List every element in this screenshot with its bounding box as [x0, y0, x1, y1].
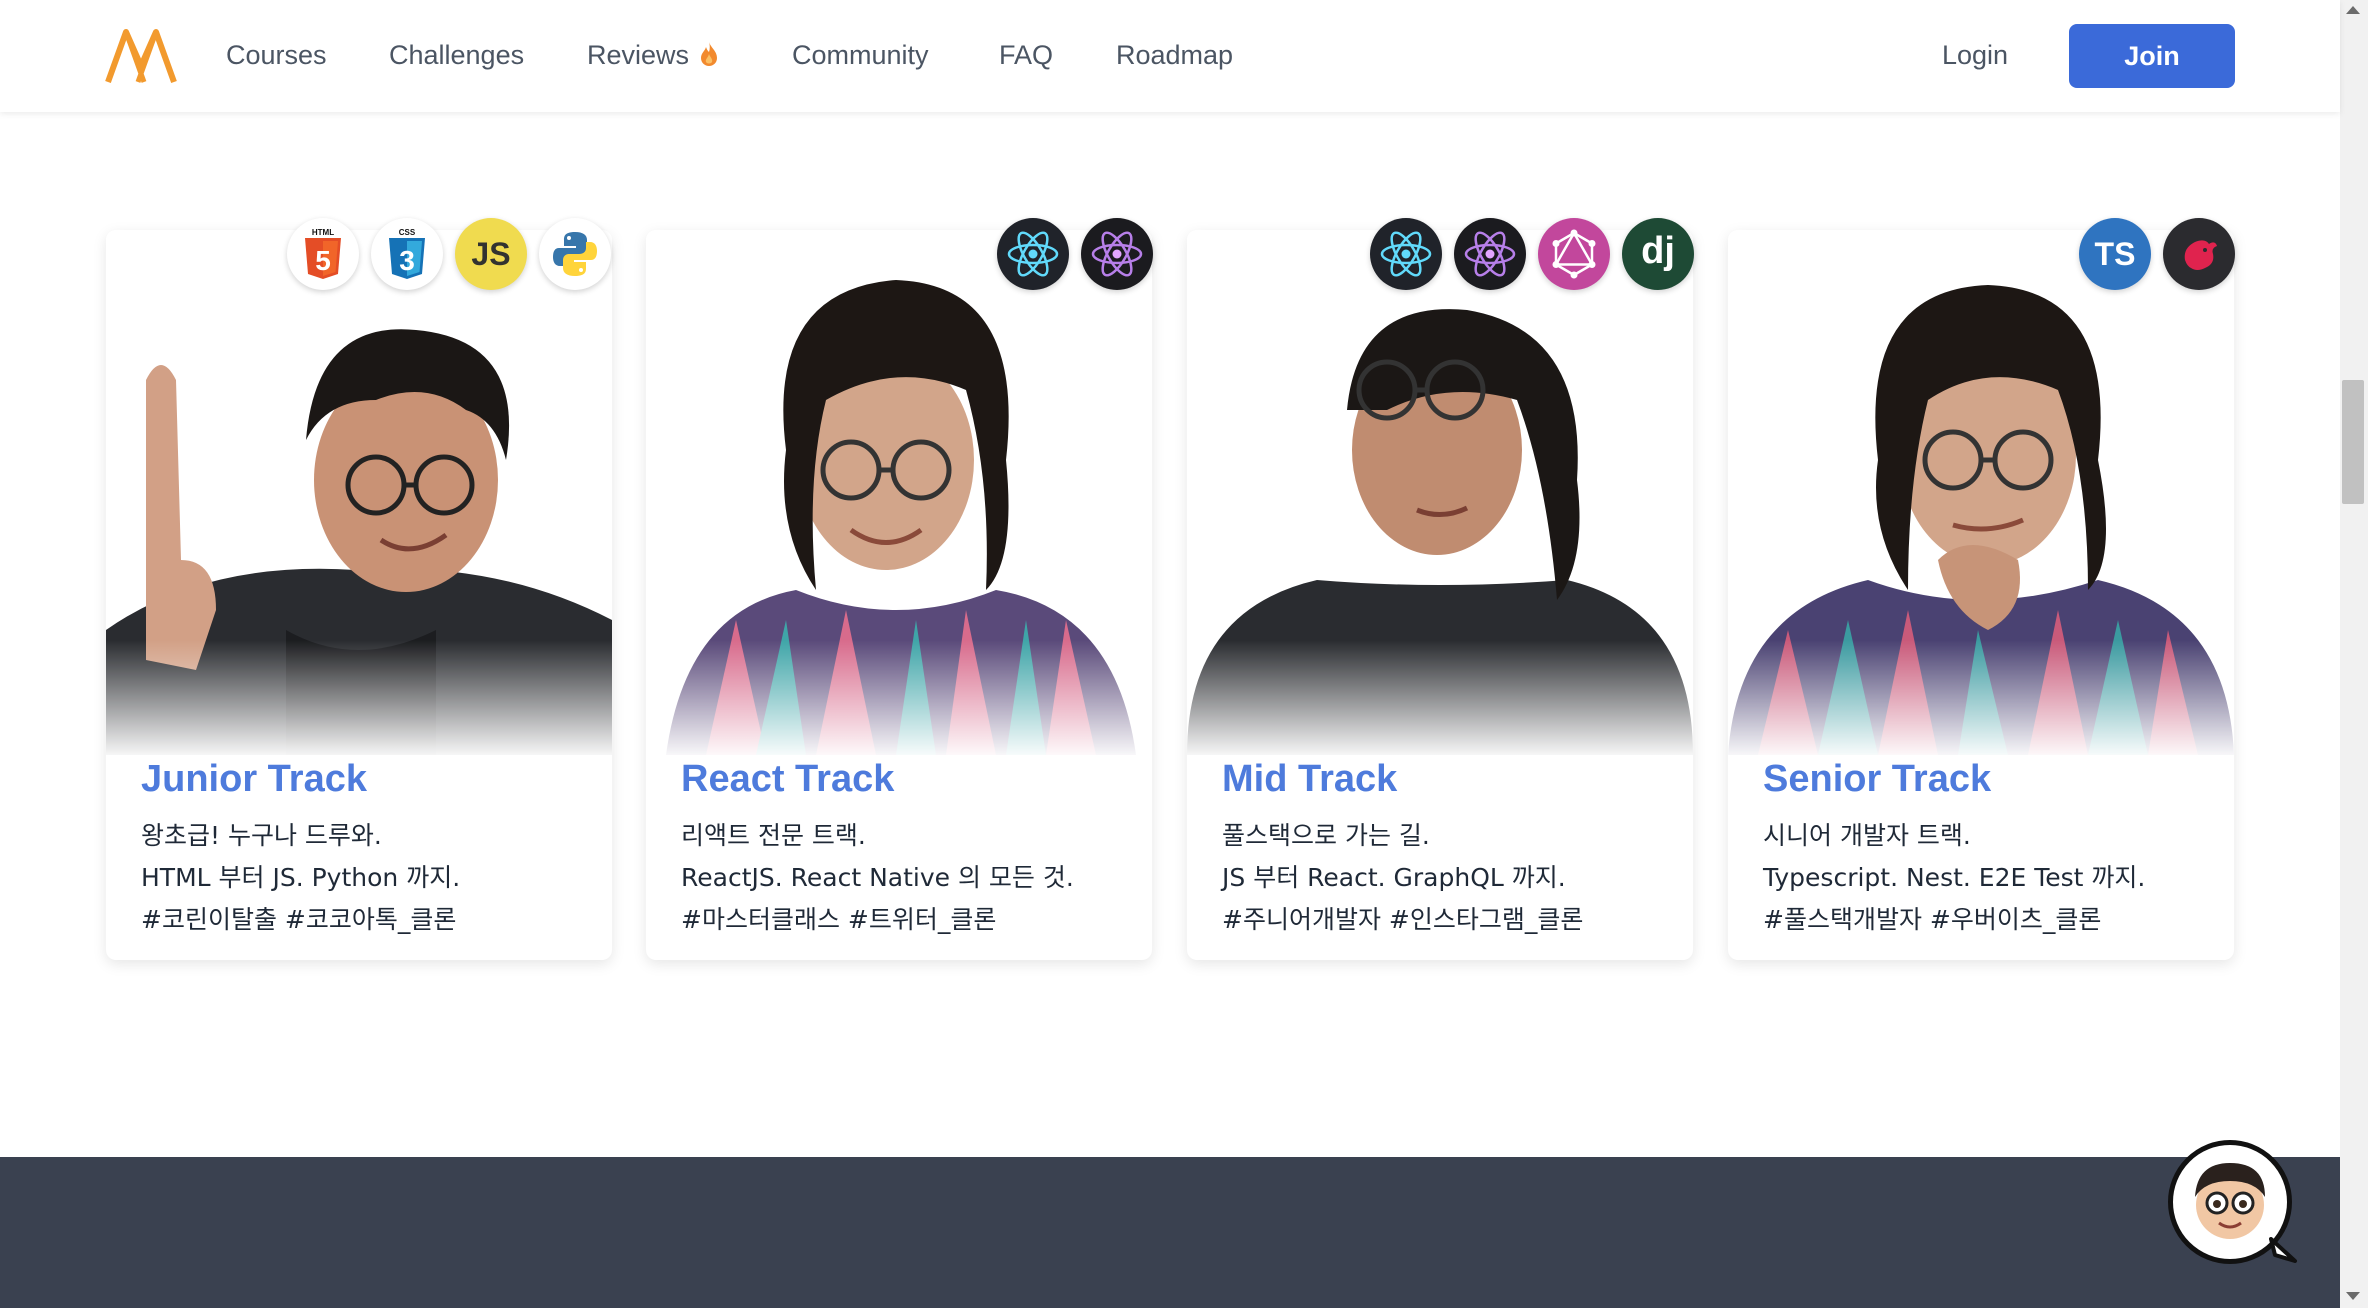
- scrollbar-thumb[interactable]: [2342, 380, 2364, 504]
- javascript-icon: JS: [455, 218, 527, 290]
- track-stack: HTML 부터 JS. Python 까지.: [141, 863, 461, 892]
- nomad-coders-logo[interactable]: [104, 26, 178, 86]
- react-native-icon: [1454, 218, 1526, 290]
- css3-label: CSS: [399, 228, 416, 237]
- track-card-react[interactable]: React Track 리액트 전문 트랙. ReactJS. React Na…: [646, 230, 1152, 960]
- svg-text:3: 3: [399, 245, 415, 276]
- track-hashtags: #풀스택개발자 #우버이츠_클론: [1763, 905, 2102, 934]
- fire-icon: [701, 42, 718, 66]
- track-title: React Track: [681, 758, 895, 800]
- track-tagline: 시니어 개발자 트랙.: [1763, 821, 1971, 850]
- nav-community[interactable]: Community: [792, 40, 929, 71]
- html5-label: HTML: [312, 228, 334, 237]
- track-hashtags: #주니어개발자 #인스타그램_클론: [1222, 905, 1584, 934]
- track-card-senior[interactable]: Senior Track 시니어 개발자 트랙. Typescript. Nes…: [1728, 230, 2234, 960]
- track-stack: JS 부터 React. GraphQL 까지.: [1222, 863, 1566, 892]
- login-link[interactable]: Login: [1942, 40, 2008, 71]
- navbar: Courses Challenges Reviews Community FAQ…: [0, 0, 2340, 112]
- nav-faq[interactable]: FAQ: [999, 40, 1053, 71]
- react-native-icon: [1081, 218, 1153, 290]
- svg-text:5: 5: [315, 245, 331, 276]
- nav-courses[interactable]: Courses: [226, 40, 327, 71]
- track-hashtags: #코린이탈출 #코코아톡_클론: [141, 905, 457, 934]
- track-title: Junior Track: [141, 758, 367, 800]
- track-tagline: 왕초급! 누구나 드루와.: [141, 821, 382, 850]
- track-title: Mid Track: [1222, 758, 1398, 800]
- chat-button[interactable]: [2168, 1140, 2297, 1264]
- react-icon: [997, 218, 1069, 290]
- track-tagline: 리액트 전문 트랙.: [681, 821, 866, 850]
- nav-challenges[interactable]: Challenges: [389, 40, 524, 71]
- typescript-icon: TS: [2079, 218, 2151, 290]
- javascript-label: JS: [471, 235, 511, 272]
- django-label: dj: [1641, 229, 1675, 272]
- footer-band: [0, 1157, 2340, 1308]
- react-icon: [1370, 218, 1442, 290]
- track-stack: Typescript. Nest. E2E Test 까지.: [1763, 863, 2146, 892]
- nav-reviews-label: Reviews: [587, 40, 690, 70]
- track-tagline: 풀스택으로 가는 길.: [1222, 821, 1430, 850]
- track-card-junior[interactable]: Junior Track 왕초급! 누구나 드루와. HTML 부터 JS. P…: [106, 230, 612, 960]
- track-card-mid[interactable]: Mid Track 풀스택으로 가는 길. JS 부터 React. Graph…: [1187, 230, 1693, 960]
- css3-icon: CSS 3: [371, 218, 443, 290]
- nav-reviews[interactable]: Reviews: [587, 40, 719, 71]
- typescript-label: TS: [2094, 235, 2136, 272]
- join-button[interactable]: Join: [2069, 24, 2235, 88]
- scroll-up-arrow-icon[interactable]: [2346, 6, 2360, 14]
- graphql-icon: [1538, 218, 1610, 290]
- track-title: Senior Track: [1763, 758, 1992, 800]
- chat-bubble-tail-icon: [2269, 1237, 2297, 1263]
- scroll-down-arrow-icon[interactable]: [2346, 1292, 2360, 1300]
- nav-roadmap[interactable]: Roadmap: [1116, 40, 1233, 71]
- django-icon: dj: [1622, 218, 1694, 290]
- track-stack: ReactJS. React Native 의 모든 것.: [681, 863, 1074, 892]
- track-hashtags: #마스터클래스 #트위터_클론: [681, 905, 997, 934]
- html5-icon: HTML 5: [287, 218, 359, 290]
- python-icon: [539, 218, 611, 290]
- nestjs-icon: [2163, 218, 2235, 290]
- scrollbar-track[interactable]: [2340, 0, 2368, 1308]
